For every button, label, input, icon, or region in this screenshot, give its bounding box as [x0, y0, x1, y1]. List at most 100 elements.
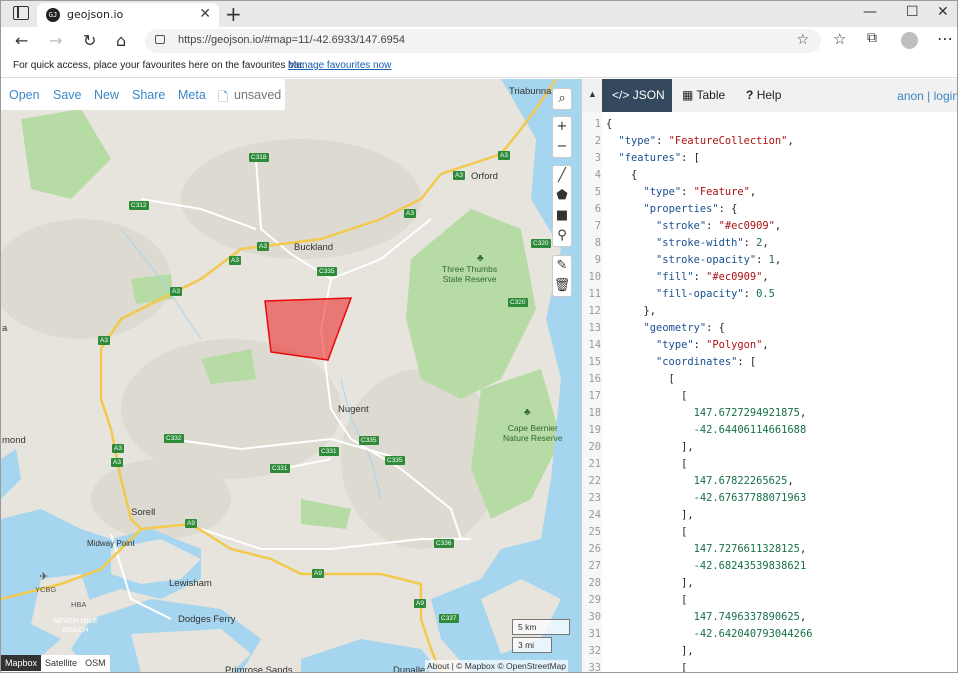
collapse-panel-icon[interactable]: ▲: [588, 89, 597, 99]
road-shield: C331: [270, 464, 290, 473]
code-text: ],: [606, 645, 694, 657]
collections-icon[interactable]: ⧉: [867, 30, 877, 46]
road-shield: A3: [112, 444, 124, 453]
add-favourite-icon[interactable]: ☆: [796, 32, 809, 48]
minimize-icon[interactable]: —: [863, 4, 877, 20]
code-text: ],: [606, 577, 694, 589]
zoom-control: + −: [552, 116, 572, 158]
close-tab-icon[interactable]: ✕: [199, 6, 211, 22]
line-number: 29: [588, 594, 601, 606]
draw-marker-icon[interactable]: ⚲: [553, 226, 571, 246]
place-label: Sorell: [131, 507, 156, 518]
code-text: "stroke-width": 2,: [656, 237, 769, 249]
open-button[interactable]: Open: [9, 88, 40, 102]
code-text: [: [606, 458, 688, 470]
forward-icon[interactable]: →: [49, 31, 62, 50]
line-number: 1: [594, 118, 601, 130]
tab-actions-icon[interactable]: [13, 6, 29, 20]
save-button[interactable]: Save: [53, 88, 82, 102]
road-shield: A9: [185, 519, 197, 528]
draw-line-icon[interactable]: ╱: [553, 166, 571, 186]
code-text: [: [606, 662, 688, 673]
map-attribution[interactable]: About | © Mapbox © OpenStreetMap: [425, 660, 569, 672]
draw-rectangle-icon[interactable]: ■: [553, 206, 571, 226]
code-text: ],: [606, 509, 694, 521]
layer-satellite[interactable]: Satellite: [41, 655, 81, 671]
park-label: Three Thumbs State Reserve: [442, 264, 498, 284]
new-tab-icon[interactable]: +: [225, 2, 242, 26]
code-text: "properties": {: [643, 203, 738, 215]
layer-osm[interactable]: OSM: [81, 655, 110, 671]
manage-favourites-link[interactable]: Manage favourites now: [288, 60, 391, 71]
login-link[interactable]: anon | login: [897, 89, 957, 103]
edit-icon[interactable]: ✎: [553, 256, 571, 276]
profile-avatar[interactable]: [901, 32, 918, 49]
line-number: 7: [594, 220, 601, 232]
road-shield: A3: [498, 151, 510, 160]
zoom-in-button[interactable]: +: [553, 117, 571, 137]
map-view[interactable]: Open Save New Share Meta 🗋 unsaved ⌕ + −…: [1, 79, 581, 673]
address-bar[interactable]: https://geojson.io/#map=11/-42.6933/147.…: [145, 29, 821, 53]
zoom-out-button[interactable]: −: [553, 137, 571, 157]
browser-tab[interactable]: GJ geojson.io ✕: [37, 3, 219, 27]
code-text: [: [606, 373, 675, 385]
code-text: {: [606, 118, 613, 130]
place-label: Primrose Sands: [225, 665, 293, 673]
favourites-bar: For quick access, place your favourites …: [1, 55, 957, 78]
road-shield: A3: [453, 171, 465, 180]
line-number: 31: [588, 628, 601, 640]
code-icon: </>: [612, 88, 630, 102]
tab-table[interactable]: ▦ Table: [672, 79, 736, 112]
edit-toolbar: ✎ 🗑: [552, 255, 572, 297]
back-icon[interactable]: ←: [15, 31, 28, 50]
park-label: Cape Bernier Nature Reserve: [503, 423, 563, 443]
line-number: 16: [588, 373, 601, 385]
road-shield: C320: [531, 239, 551, 248]
json-editor[interactable]: 1 {2 "type": "FeatureCollection", 3 "featu…: [582, 112, 957, 673]
line-number: 24: [588, 509, 601, 521]
place-label: Lewisham: [169, 578, 212, 589]
draw-polygon-icon[interactable]: ⬟: [553, 186, 571, 206]
tab-json[interactable]: </> JSON: [602, 79, 672, 112]
place-label: Midway Point: [87, 539, 135, 548]
more-menu-icon[interactable]: ⋯: [937, 29, 953, 48]
code-text: "type": "Feature",: [643, 186, 757, 198]
close-window-icon[interactable]: ✕: [937, 4, 949, 20]
line-number: 20: [588, 441, 601, 453]
maximize-icon[interactable]: ☐: [906, 4, 919, 20]
search-icon[interactable]: ⌕: [553, 89, 571, 109]
delete-icon[interactable]: 🗑: [553, 276, 571, 296]
road-shield: C335: [385, 456, 405, 465]
file-icon: 🗋: [218, 90, 229, 104]
tab-help[interactable]: ? Help: [736, 79, 792, 112]
code-text: "fill": "#ec0909",: [656, 271, 769, 283]
code-text: 147.67822265625,: [693, 475, 794, 487]
road-shield: A3: [170, 287, 182, 296]
share-button[interactable]: Share: [132, 88, 165, 102]
new-button[interactable]: New: [94, 88, 119, 102]
favourites-icon[interactable]: ☆: [833, 30, 846, 48]
line-number: 6: [594, 203, 601, 215]
draw-toolbar: ╱ ⬟ ■ ⚲: [552, 165, 572, 247]
search-control[interactable]: ⌕: [552, 88, 572, 110]
line-number: 19: [588, 424, 601, 436]
line-number: 18: [588, 407, 601, 419]
drawn-polygon[interactable]: [264, 297, 353, 361]
road-shield: A9: [312, 569, 324, 578]
meta-button[interactable]: Meta: [178, 88, 206, 102]
line-number: 22: [588, 475, 601, 487]
refresh-icon[interactable]: ↻: [83, 31, 96, 50]
code-text: 147.6727294921875,: [693, 407, 807, 419]
home-icon[interactable]: ⌂: [116, 31, 126, 50]
lock-icon[interactable]: [155, 35, 165, 44]
line-number: 12: [588, 305, 601, 317]
tab-title: geojson.io: [67, 8, 124, 21]
layer-mapbox[interactable]: Mapbox: [1, 655, 42, 671]
code-text: 147.7276611328125,: [693, 543, 807, 555]
road-shield: C320: [508, 298, 528, 307]
code-text: {: [606, 169, 638, 181]
help-icon: ?: [746, 88, 754, 102]
tab-table-label: Table: [696, 88, 726, 102]
url-text[interactable]: https://geojson.io/#map=11/-42.6933/147.…: [178, 34, 405, 46]
place-label: Nugent: [338, 404, 369, 415]
